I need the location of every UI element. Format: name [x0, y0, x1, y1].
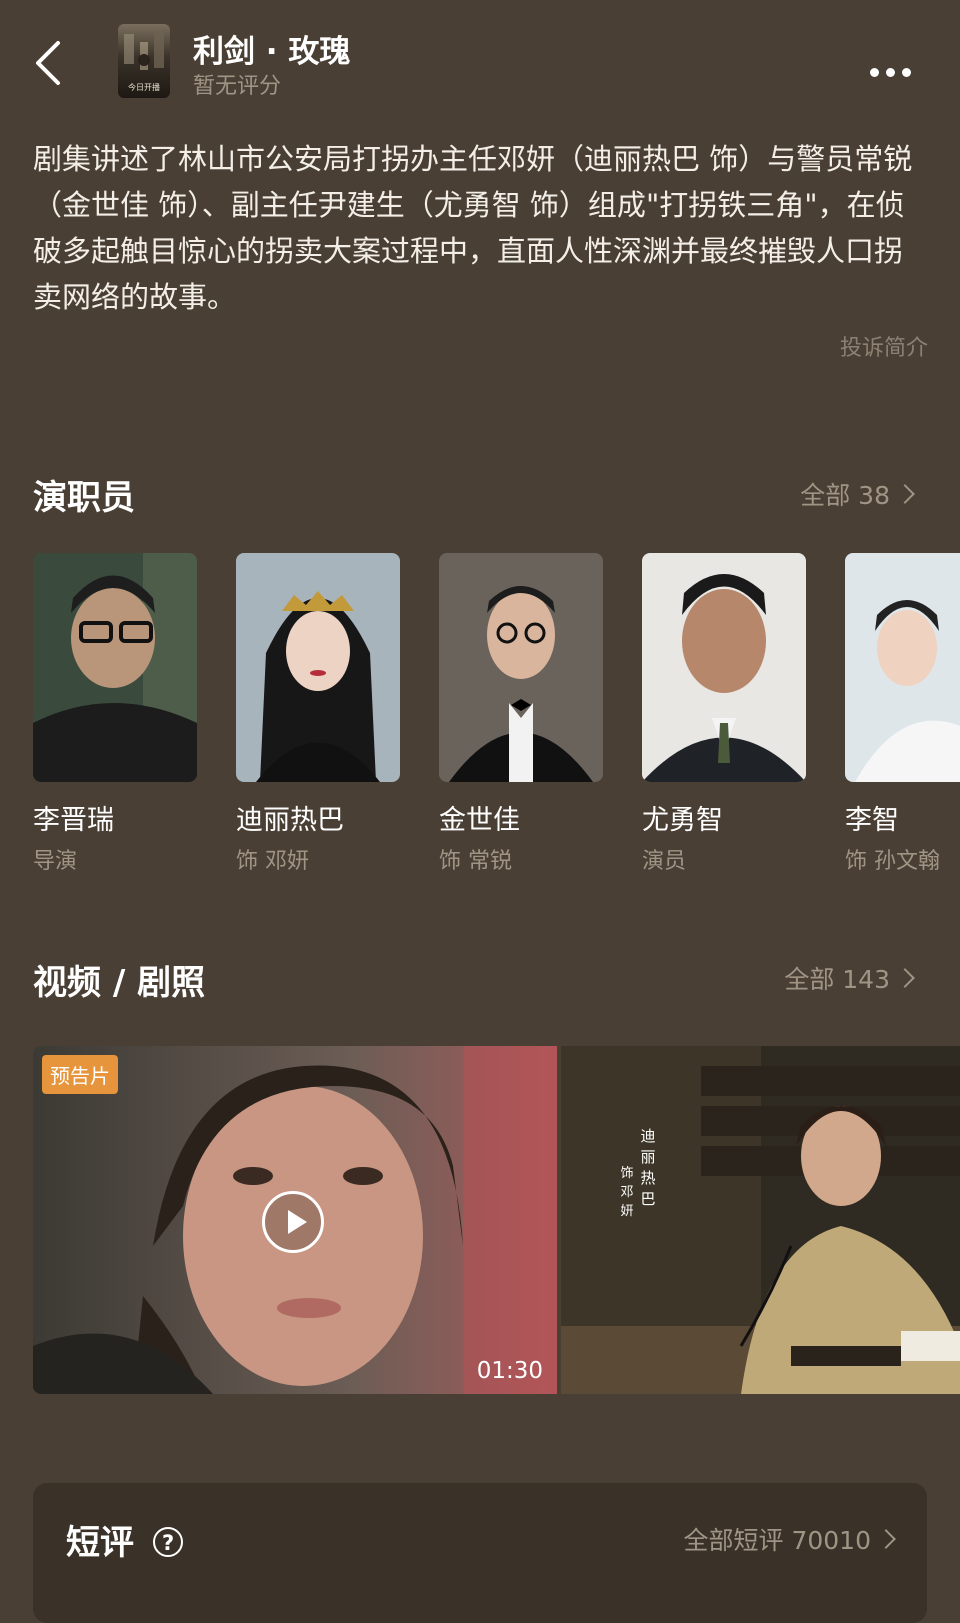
poster-caption: 今日开播	[128, 83, 160, 92]
chevron-right-icon	[895, 484, 915, 504]
cast-name: 金世佳	[439, 805, 520, 836]
chevron-left-icon	[36, 41, 60, 85]
media-section-title: 视频 / 剧照	[33, 963, 206, 1003]
reviews-view-all-label: 全部短评 70010	[683, 1526, 871, 1555]
cast-photo	[33, 553, 197, 782]
video-duration: 01:30	[476, 1358, 543, 1384]
cast-role: 饰 常锐	[439, 849, 512, 873]
cast-card[interactable]: 尤勇智 演员	[642, 553, 806, 873]
show-poster[interactable]: 今日开播	[118, 24, 170, 98]
more-dot-icon	[902, 67, 911, 77]
cast-role: 饰 邓妍	[236, 849, 309, 873]
media-view-all[interactable]: 全部 143	[784, 960, 915, 996]
still-overlay-role: 饰邓妍	[620, 1166, 634, 1219]
media-view-all-label: 全部 143	[784, 965, 890, 994]
cast-card[interactable]: 金世佳 饰 常锐	[439, 553, 603, 873]
cast-section-title: 演职员	[33, 478, 135, 518]
help-icon[interactable]: ?	[153, 1527, 184, 1557]
cast-role: 导演	[33, 849, 78, 873]
trailer-video-card[interactable]: 预告片 01:30	[33, 1046, 557, 1394]
cast-name: 迪丽热巴	[236, 805, 344, 836]
cast-photo	[642, 553, 806, 782]
page-title: 利剑 · 玫瑰	[193, 34, 351, 70]
rating-text: 暂无评分	[193, 74, 282, 99]
trailer-tag: 预告片	[42, 1055, 118, 1094]
cast-name: 李智	[845, 805, 899, 836]
complain-summary-link[interactable]: 投诉简介	[840, 330, 928, 362]
reviews-title: 短评	[66, 1523, 134, 1563]
reviews-header: 短评 ?	[66, 1515, 184, 1564]
media-list[interactable]: 预告片 01:30 迪丽热巴 饰邓妍	[33, 1046, 960, 1394]
more-options-button[interactable]	[870, 60, 920, 84]
cast-card[interactable]: 迪丽热巴 饰 邓妍	[236, 553, 400, 873]
cast-list[interactable]: 李晋瑞 导演 迪丽热巴 饰 邓妍 金世佳 饰 常锐 尤勇智 演员 李智 饰 孙文…	[33, 553, 960, 873]
cast-role: 饰 孙文翰	[845, 849, 940, 873]
back-button[interactable]	[30, 38, 70, 88]
chevron-right-icon	[895, 968, 915, 988]
more-dot-icon	[870, 67, 879, 77]
still-overlay-name: 迪丽热巴	[640, 1127, 656, 1208]
short-reviews-card[interactable]: 短评 ? 全部短评 70010	[33, 1483, 927, 1623]
cast-role: 演员	[642, 849, 687, 873]
cast-name: 李晋瑞	[33, 805, 114, 836]
show-description: 剧集讲述了林山市公安局打拐办主任邓妍（迪丽热巴 饰）与警员常锐（金世佳 饰）、副…	[33, 142, 913, 314]
more-dot-icon	[886, 67, 895, 77]
still-photo-card[interactable]: 迪丽热巴 饰邓妍	[561, 1046, 960, 1394]
cast-card[interactable]: 李晋瑞 导演	[33, 553, 197, 873]
chevron-right-icon	[876, 1529, 896, 1549]
cast-view-all[interactable]: 全部 38	[800, 476, 915, 512]
reviews-view-all[interactable]: 全部短评 70010	[683, 1521, 896, 1557]
cast-card[interactable]: 李智 饰 孙文翰	[845, 553, 960, 873]
play-icon[interactable]	[262, 1191, 324, 1253]
cast-photo	[845, 553, 960, 782]
cast-photo	[236, 553, 400, 782]
cast-name: 尤勇智	[642, 805, 723, 836]
cast-photo	[439, 553, 603, 782]
cast-view-all-label: 全部 38	[800, 481, 890, 510]
